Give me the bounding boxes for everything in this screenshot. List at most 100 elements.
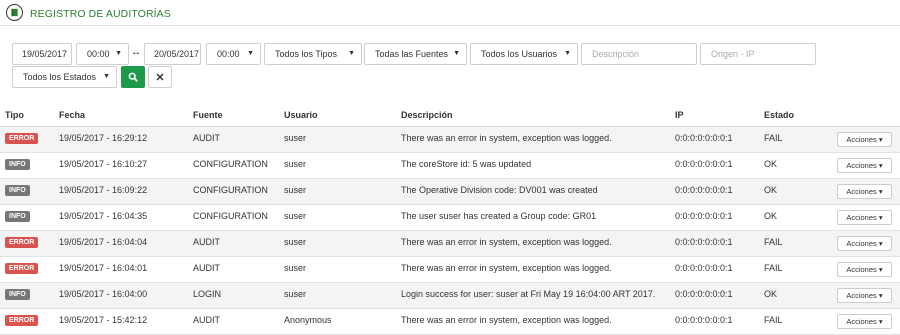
actions-button[interactable]: Acciones ▾ xyxy=(837,158,892,173)
time-to-value: 00:00 xyxy=(217,49,240,59)
actions-button[interactable]: Acciones ▾ xyxy=(837,132,892,147)
fuente-value: Todas las Fuentes xyxy=(375,49,449,59)
cell-fuente: AUDIT xyxy=(193,315,220,325)
cell-estado: OK xyxy=(764,185,778,195)
cell-fecha: 19/05/2017 - 16:09:22 xyxy=(59,185,148,195)
column-header-fecha: Fecha xyxy=(59,110,86,120)
cell-fuente: CONFIGURATION xyxy=(193,159,268,169)
caret-down-icon: ▾ xyxy=(878,265,883,274)
status-badge: ERROR xyxy=(5,263,39,274)
cell-usuario: suser xyxy=(284,263,307,273)
tipo-select[interactable]: Todos los Tipos ▼ xyxy=(264,43,362,65)
chevron-down-icon: ▼ xyxy=(103,73,110,80)
range-separator-icon: ↔ xyxy=(131,47,141,58)
cell-estado: OK xyxy=(764,211,778,221)
page-title: REGISTRO DE AUDITORÍAS xyxy=(30,8,171,20)
table-row: INFO 19/05/2017 - 16:09:22 CONFIGURATION… xyxy=(0,179,900,205)
fuente-select[interactable]: Todas las Fuentes ▼ xyxy=(364,43,467,65)
cell-descripcion: There was an error in system, exception … xyxy=(401,263,612,273)
estado-value: Todos los Estados xyxy=(23,72,97,82)
clear-filters-button[interactable]: ✕ xyxy=(148,66,172,88)
cell-fecha: 19/05/2017 - 16:10:27 xyxy=(59,159,148,169)
caret-down-icon: ▾ xyxy=(878,161,883,170)
actions-button[interactable]: Acciones ▾ xyxy=(837,236,892,251)
actions-label: Acciones xyxy=(846,213,877,222)
cell-estado: OK xyxy=(764,159,778,169)
caret-down-icon: ▾ xyxy=(878,239,883,248)
cell-estado: FAIL xyxy=(764,315,783,325)
column-header-fuente: Fuente xyxy=(193,110,223,120)
tipo-value: Todos los Tipos xyxy=(275,49,338,59)
chevron-down-icon: ▼ xyxy=(115,50,122,57)
actions-button[interactable]: Acciones ▾ xyxy=(837,262,892,277)
cell-ip: 0:0:0:0:0:0:0:1 xyxy=(675,315,733,325)
table-row: ERROR 19/05/2017 - 16:04:01 AUDIT suser … xyxy=(0,257,900,283)
caret-down-icon: ▾ xyxy=(878,317,883,326)
cell-ip: 0:0:0:0:0:0:0:1 xyxy=(675,263,733,273)
column-header-ip: IP xyxy=(675,110,684,120)
descripcion-input[interactable]: Descripción xyxy=(581,43,697,65)
cell-descripcion: The user suser has created a Group code:… xyxy=(401,211,597,221)
cell-fecha: 19/05/2017 - 16:29:12 xyxy=(59,133,148,143)
chevron-down-icon: ▼ xyxy=(247,50,254,57)
status-badge: INFO xyxy=(5,185,30,196)
search-button[interactable] xyxy=(121,66,145,88)
page-header: REGISTRO DE AUDITORÍAS xyxy=(0,0,900,26)
cell-fecha: 19/05/2017 - 16:04:00 xyxy=(59,289,148,299)
search-icon xyxy=(128,72,138,82)
cell-descripcion: Login success for user: suser at Fri May… xyxy=(401,289,656,299)
cell-estado: FAIL xyxy=(764,133,783,143)
cell-ip: 0:0:0:0:0:0:0:1 xyxy=(675,211,733,221)
table-row: ERROR 19/05/2017 - 15:42:12 AUDIT Anonym… xyxy=(0,309,900,335)
date-to-input[interactable]: 20/05/2017 xyxy=(144,43,201,65)
actions-button[interactable]: Acciones ▾ xyxy=(837,288,892,303)
actions-label: Acciones xyxy=(846,187,877,196)
cell-descripcion: The coreStore id: 5 was updated xyxy=(401,159,532,169)
column-header-tipo: Tipo xyxy=(5,110,24,120)
time-to-select[interactable]: 00:00 ▼ xyxy=(206,43,261,65)
cell-usuario: suser xyxy=(284,211,307,221)
cell-fuente: CONFIGURATION xyxy=(193,211,268,221)
cell-usuario: suser xyxy=(284,185,307,195)
cell-usuario: suser xyxy=(284,159,307,169)
caret-down-icon: ▾ xyxy=(878,291,883,300)
cell-fecha: 19/05/2017 - 16:04:04 xyxy=(59,237,148,247)
status-badge: ERROR xyxy=(5,315,39,326)
usuario-value: Todos los Usuarios xyxy=(481,49,558,59)
cell-estado: OK xyxy=(764,289,778,299)
actions-button[interactable]: Acciones ▾ xyxy=(837,314,892,329)
cell-descripcion: There was an error in system, exception … xyxy=(401,237,612,247)
column-header-usuario: Usuario xyxy=(284,110,318,120)
cell-fuente: LOGIN xyxy=(193,289,222,299)
status-badge: INFO xyxy=(5,289,30,300)
usuario-select[interactable]: Todos los Usuarios ▼ xyxy=(470,43,578,65)
cell-usuario: suser xyxy=(284,133,307,143)
status-badge: ERROR xyxy=(5,133,39,144)
caret-down-icon: ▾ xyxy=(878,213,883,222)
cell-estado: FAIL xyxy=(764,237,783,247)
actions-button[interactable]: Acciones ▾ xyxy=(837,210,892,225)
table-row: ERROR 19/05/2017 - 16:04:04 AUDIT suser … xyxy=(0,231,900,257)
chevron-down-icon: ▼ xyxy=(564,50,571,57)
cell-ip: 0:0:0:0:0:0:0:1 xyxy=(675,185,733,195)
estado-select[interactable]: Todos los Estados ▼ xyxy=(12,66,117,88)
table-row: ERROR 19/05/2017 - 16:29:12 AUDIT suser … xyxy=(0,127,900,153)
actions-label: Acciones xyxy=(846,291,877,300)
cell-estado: FAIL xyxy=(764,263,783,273)
time-from-select[interactable]: 00:00 ▼ xyxy=(76,43,129,65)
cell-descripcion: The Operative Division code: DV001 was c… xyxy=(401,185,598,195)
actions-label: Acciones xyxy=(846,239,877,248)
cell-fecha: 19/05/2017 - 16:04:01 xyxy=(59,263,148,273)
origen-ip-input[interactable]: Origen - IP xyxy=(700,43,816,65)
date-from-input[interactable]: 19/05/2017 xyxy=(12,43,72,65)
time-from-value: 00:00 xyxy=(87,49,110,59)
chevron-down-icon: ▼ xyxy=(348,50,355,57)
cell-fecha: 19/05/2017 - 15:42:12 xyxy=(59,315,148,325)
status-badge: INFO xyxy=(5,159,30,170)
cell-fuente: AUDIT xyxy=(193,133,220,143)
table-row: INFO 19/05/2017 - 16:04:00 LOGIN suser L… xyxy=(0,283,900,309)
cell-usuario: suser xyxy=(284,289,307,299)
cell-fecha: 19/05/2017 - 16:04:35 xyxy=(59,211,148,221)
actions-button[interactable]: Acciones ▾ xyxy=(837,184,892,199)
status-badge: ERROR xyxy=(5,237,39,248)
